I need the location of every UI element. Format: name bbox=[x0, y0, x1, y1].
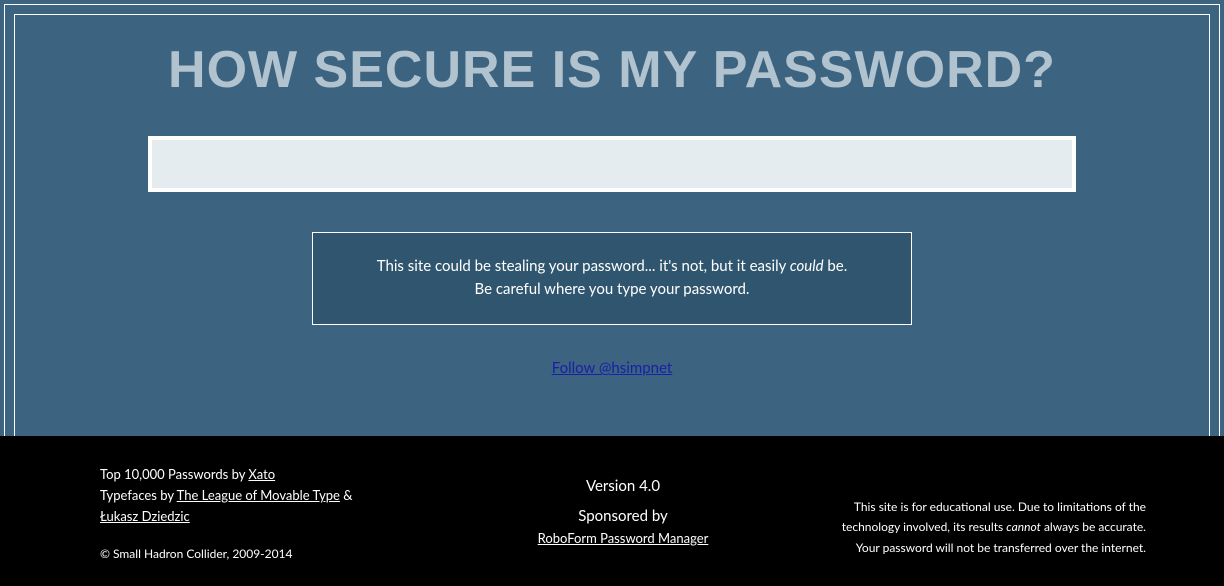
twitter-follow-link[interactable]: Follow @hsimpnet bbox=[552, 359, 673, 377]
footer-copyright: © Small Hadron Collider, 2009-2014 bbox=[100, 544, 449, 563]
disclaimer-line-1: This site is for educational use. Due to… bbox=[797, 497, 1146, 517]
lukasz-link[interactable]: Łukasz Dziedzic bbox=[100, 508, 190, 524]
footer-credits-passwords: Top 10,000 Passwords by Xato bbox=[100, 464, 449, 485]
disclaimer-line-2: technology involved, its results cannot … bbox=[797, 517, 1146, 537]
warning-line-1-em: could bbox=[790, 257, 824, 275]
main-area: HOW SECURE IS MY PASSWORD? This site cou… bbox=[0, 0, 1224, 436]
footer-right: This site is for educational use. Due to… bbox=[797, 464, 1146, 558]
footer-credits-passwords-pre: Top 10,000 Passwords by bbox=[100, 466, 248, 482]
warning-line-1-pre: This site could be stealing your passwor… bbox=[377, 257, 790, 275]
sponsor-link[interactable]: RoboForm Password Manager bbox=[538, 530, 709, 546]
league-link[interactable]: The League of Movable Type bbox=[177, 487, 340, 503]
password-input[interactable] bbox=[172, 149, 1052, 179]
warning-box: This site could be stealing your passwor… bbox=[312, 232, 912, 325]
warning-line-2: Be careful where you type your password. bbox=[337, 278, 887, 301]
footer-credits-typefaces: Typefaces by The League of Movable Type … bbox=[100, 485, 449, 506]
disclaimer-line-2-post: always be accurate. bbox=[1041, 519, 1146, 534]
warning-line-1: This site could be stealing your passwor… bbox=[337, 255, 887, 278]
warning-line-1-post: be. bbox=[824, 257, 848, 275]
password-input-wrap bbox=[148, 136, 1076, 192]
footer-credits-typefaces-amp: & bbox=[340, 487, 353, 503]
sponsored-by-label: Sponsored by bbox=[578, 504, 668, 528]
footer: Top 10,000 Passwords by Xato Typefaces b… bbox=[0, 436, 1224, 586]
footer-credits-typefaces-pre: Typefaces by bbox=[100, 487, 177, 503]
xato-link[interactable]: Xato bbox=[248, 466, 275, 482]
footer-left: Top 10,000 Passwords by Xato Typefaces b… bbox=[100, 464, 449, 558]
footer-credits-typefaces-2: Łukasz Dziedzic bbox=[100, 506, 449, 527]
disclaimer-line-2-em: cannot bbox=[1006, 519, 1041, 534]
version-label: Version 4.0 bbox=[586, 474, 660, 498]
password-input-inner bbox=[152, 140, 1072, 188]
footer-center: Version 4.0 Sponsored by RoboForm Passwo… bbox=[449, 464, 798, 558]
disclaimer-line-3: Your password will not be transferred ov… bbox=[797, 538, 1146, 558]
disclaimer-line-2-pre: technology involved, its results bbox=[842, 519, 1007, 534]
page-title: HOW SECURE IS MY PASSWORD? bbox=[168, 40, 1056, 100]
